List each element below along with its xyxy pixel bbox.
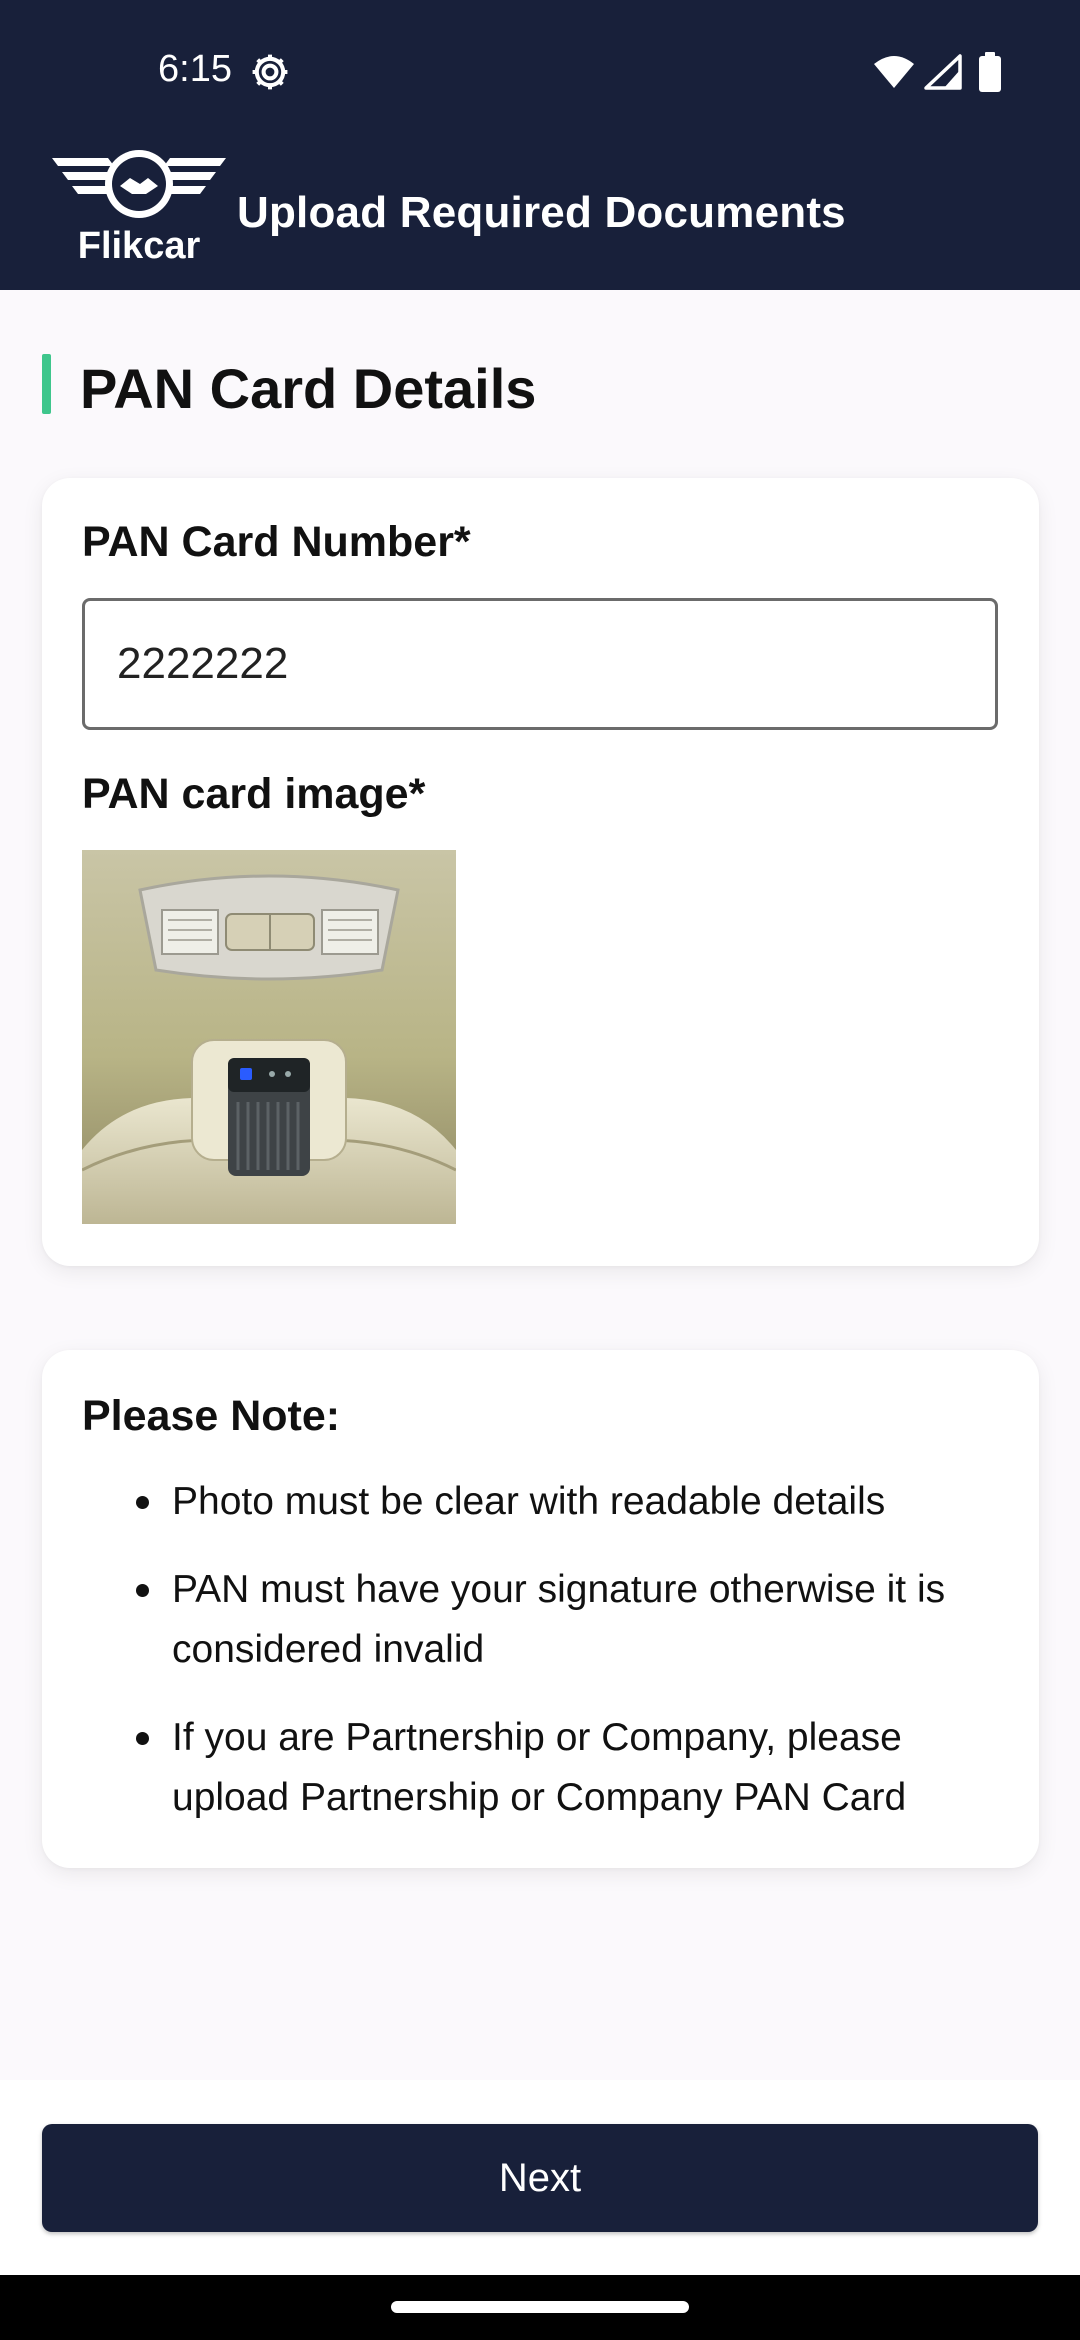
page-title: Upload Required Documents [237,188,846,237]
status-bar: 6:15 [0,0,1080,140]
note-item: If you are Partnership or Company, pleas… [136,1708,1010,1828]
flikcar-logo: Flikcar [52,150,226,264]
pan-details-card: PAN Card Number* PAN card image* [42,478,1039,1266]
home-gesture-handle[interactable] [391,2301,689,2313]
wifi-icon [874,56,914,88]
pan-number-label: PAN Card Number* [82,518,471,566]
note-item: Photo must be clear with readable detail… [136,1472,1010,1532]
note-list: Photo must be clear with readable detail… [136,1472,1010,1856]
pan-image-label: PAN card image* [82,770,426,818]
note-card: Please Note: Photo must be clear with re… [42,1350,1039,1868]
bottom-action-bar: Next [0,2080,1080,2275]
section-accent-bar [42,354,51,414]
app-header: 6:15 Flikcar Upload Required Documents [0,0,1080,290]
section-title: PAN Card Details [80,357,537,420]
note-item: PAN must have your signature otherwise i… [136,1560,1010,1680]
battery-icon [979,52,1001,92]
note-title: Please Note: [82,1392,341,1440]
status-time: 6:15 [158,48,232,90]
pan-number-input[interactable] [82,598,998,730]
car-ceiling-photo [82,850,456,1224]
pan-card-image-thumbnail[interactable] [82,850,456,1224]
system-navigation-bar [0,2275,1080,2340]
logo-wordmark: Flikcar [78,225,201,264]
next-button[interactable]: Next [42,2124,1038,2232]
settings-gear-icon [252,54,288,90]
cell-signal-icon [924,54,962,90]
